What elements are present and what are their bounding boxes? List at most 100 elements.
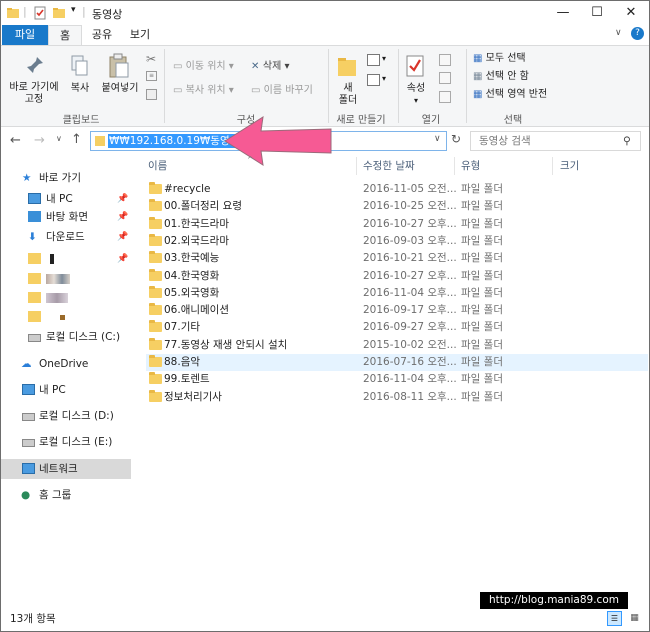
sidebar-item-desktop[interactable]: 바탕 화면 📌 [1, 207, 131, 227]
table-row[interactable]: 02.외국드라마 2016-09-03 오후... 파일 폴더 [146, 233, 648, 250]
sidebar-item-downloads[interactable]: ⬇ 다운로드 📌 [1, 227, 131, 247]
sidebar-item-onedrive[interactable]: ☁ OneDrive [1, 354, 131, 374]
back-arrow-icon[interactable]: ← [10, 133, 21, 148]
help-icon[interactable]: ? [631, 27, 644, 40]
minimize-button[interactable]: — [546, 1, 580, 25]
sidebar-item-folder-blurred-2[interactable] [1, 269, 131, 289]
invert-selection-button[interactable]: ▦ 선택 영역 반전 [473, 88, 547, 102]
tab-view[interactable]: 보기 [122, 25, 158, 45]
file-name: 06.애니메이션 [164, 304, 229, 317]
table-row[interactable]: 정보처리기사 2016-08-11 오후... 파일 폴더 [146, 389, 648, 406]
pin-icon[interactable]: 📌 [117, 207, 128, 227]
column-header-type[interactable]: 유형 [461, 157, 480, 175]
sidebar-item-this-pc-pinned[interactable]: 내 PC 📌 [1, 189, 131, 209]
select-none-button[interactable]: ▦ 선택 안 함 [473, 70, 529, 84]
column-header-size[interactable]: 크기 [560, 157, 579, 175]
copy-button[interactable]: 복사 [65, 83, 95, 95]
folder-icon [149, 389, 162, 402]
tab-share[interactable]: 공유 [84, 25, 120, 45]
sidebar-item-local-disk-e[interactable]: 로컬 디스크 (E:) [1, 432, 131, 452]
cut-icon[interactable]: ✂ [146, 52, 156, 66]
new-item-icon[interactable] [367, 54, 380, 66]
copy-path-icon[interactable]: ≡ [146, 71, 157, 81]
move-to-button[interactable]: ▭ 이동 위치 ▾ [173, 60, 234, 74]
sidebar-item-local-disk-d[interactable]: 로컬 디스크 (D:) [1, 406, 131, 426]
rename-button[interactable]: ▭ 이름 바꾸기 [251, 84, 313, 98]
table-row[interactable]: 06.애니메이션 2016-09-17 오후... 파일 폴더 [146, 302, 648, 319]
table-row[interactable]: 04.한국영화 2016-10-27 오후... 파일 폴더 [146, 268, 648, 285]
table-row[interactable]: 05.외국영화 2016-11-04 오후... 파일 폴더 [146, 285, 648, 302]
file-name: 00.폴더정리 요령 [164, 200, 242, 213]
sidebar-item-local-disk-c[interactable]: 로컬 디스크 (C:) [1, 327, 131, 347]
history-icon[interactable] [439, 91, 451, 103]
delete-icon: ✕ [251, 61, 263, 72]
sidebar-item-folder-blurred-3[interactable] [1, 288, 131, 308]
address-folder-icon [95, 136, 105, 146]
properties-dropdown-icon[interactable]: ▾ [414, 96, 418, 105]
tab-file[interactable]: 파일 [2, 25, 48, 45]
table-row[interactable]: 77.동영상 재생 안되시 설치 2015-10-02 오전... 파일 폴더 [146, 337, 648, 354]
new-folder-quick-icon[interactable] [52, 6, 66, 20]
file-list: 이름 ^ 수정한 날짜 유형 크기 #recycle 2016-11-05 오전.… [142, 155, 649, 607]
pin-icon[interactable]: 📌 [117, 249, 128, 269]
select-all-button[interactable]: ▦ 모두 선택 [473, 52, 526, 66]
pin-quick-access-button[interactable]: 바로 가기에 고정 [3, 82, 65, 106]
tab-home[interactable]: 홈 [48, 25, 82, 46]
refresh-icon[interactable]: ↻ [451, 132, 461, 146]
table-row[interactable]: 07.기타 2016-09-27 오후... 파일 폴더 [146, 319, 648, 336]
properties-icon[interactable] [405, 54, 425, 78]
customize-qat-icon[interactable]: ▾ [71, 5, 76, 15]
recent-locations-icon[interactable]: ∨ [56, 134, 62, 143]
sidebar-item-quick-access[interactable]: ★ 바로 가기 [1, 168, 131, 188]
watermark: http://blog.mania89.com [480, 592, 628, 609]
forward-arrow-icon[interactable]: → [34, 133, 45, 148]
easy-access-dropdown-icon[interactable]: ▾ [382, 74, 386, 83]
delete-button[interactable]: ✕ 삭제 ▾ [251, 60, 289, 74]
column-separator[interactable] [454, 157, 455, 175]
paste-icon[interactable] [108, 53, 130, 79]
new-folder-button[interactable]: 새 폴더 [331, 83, 365, 107]
up-arrow-icon[interactable]: ↑ [71, 132, 82, 147]
paste-shortcut-icon[interactable] [146, 89, 157, 100]
search-input[interactable]: 동영상 검색 ⚲ [470, 131, 641, 151]
file-date: 2016-08-11 오후... [363, 390, 457, 403]
table-row[interactable]: 01.한국드라마 2016-10-27 오후... 파일 폴더 [146, 216, 648, 233]
table-row[interactable]: 99.토렌트 2016-11-04 오후... 파일 폴더 [146, 371, 648, 388]
table-row[interactable]: 00.폴더정리 요령 2016-10-25 오전... 파일 폴더 [146, 198, 648, 215]
sidebar-item-this-pc[interactable]: 내 PC [1, 380, 131, 400]
sidebar-item-homegroup[interactable]: ● 홈 그룹 [1, 485, 131, 505]
copy-icon[interactable] [71, 55, 89, 77]
copy-to-button[interactable]: ▭ 복사 위치 ▾ [173, 84, 234, 98]
search-icon[interactable]: ⚲ [623, 132, 631, 150]
paste-button[interactable]: 붙여넣기 [97, 83, 143, 95]
open-icon[interactable] [439, 54, 451, 66]
close-button[interactable]: ✕ [614, 1, 648, 25]
details-view-icon[interactable]: ☰ [607, 611, 622, 626]
table-row[interactable]: #recycle 2016-11-05 오전... 파일 폴더 [146, 181, 648, 198]
collapse-ribbon-icon[interactable]: ∨ [615, 28, 622, 38]
ribbon-separator [164, 49, 165, 123]
maximize-button[interactable]: ☐ [580, 1, 614, 25]
sidebar-item-folder-blurred-4[interactable] [1, 307, 131, 327]
column-header-date[interactable]: 수정한 날짜 [363, 157, 415, 175]
column-separator[interactable] [552, 157, 553, 175]
pin-icon[interactable] [25, 55, 45, 75]
rename-icon: ▭ [251, 85, 264, 96]
large-icons-view-icon[interactable]: ▦ [627, 611, 642, 626]
new-folder-icon[interactable] [337, 54, 357, 78]
properties-button[interactable]: 속성 [401, 83, 431, 95]
new-item-dropdown-icon[interactable]: ▾ [382, 54, 386, 63]
pin-icon[interactable]: 📌 [117, 227, 128, 247]
column-separator[interactable] [356, 157, 357, 175]
address-dropdown-icon[interactable]: ∨ [434, 134, 441, 144]
table-row[interactable]: 88.음악 2016-07-16 오전... 파일 폴더 [146, 354, 648, 371]
sidebar-item-network[interactable]: 네트워크 [1, 459, 131, 479]
move-to-icon: ▭ [173, 61, 186, 72]
edit-icon[interactable] [439, 72, 451, 84]
easy-access-icon[interactable] [367, 74, 380, 86]
pin-icon[interactable]: 📌 [117, 189, 128, 209]
sidebar-item-folder-blurred-1[interactable]: 📌 [1, 249, 131, 269]
table-row[interactable]: 03.한국예능 2016-10-21 오전... 파일 폴더 [146, 250, 648, 267]
column-header-name[interactable]: 이름 [148, 157, 167, 175]
properties-quick-icon[interactable] [33, 6, 47, 20]
